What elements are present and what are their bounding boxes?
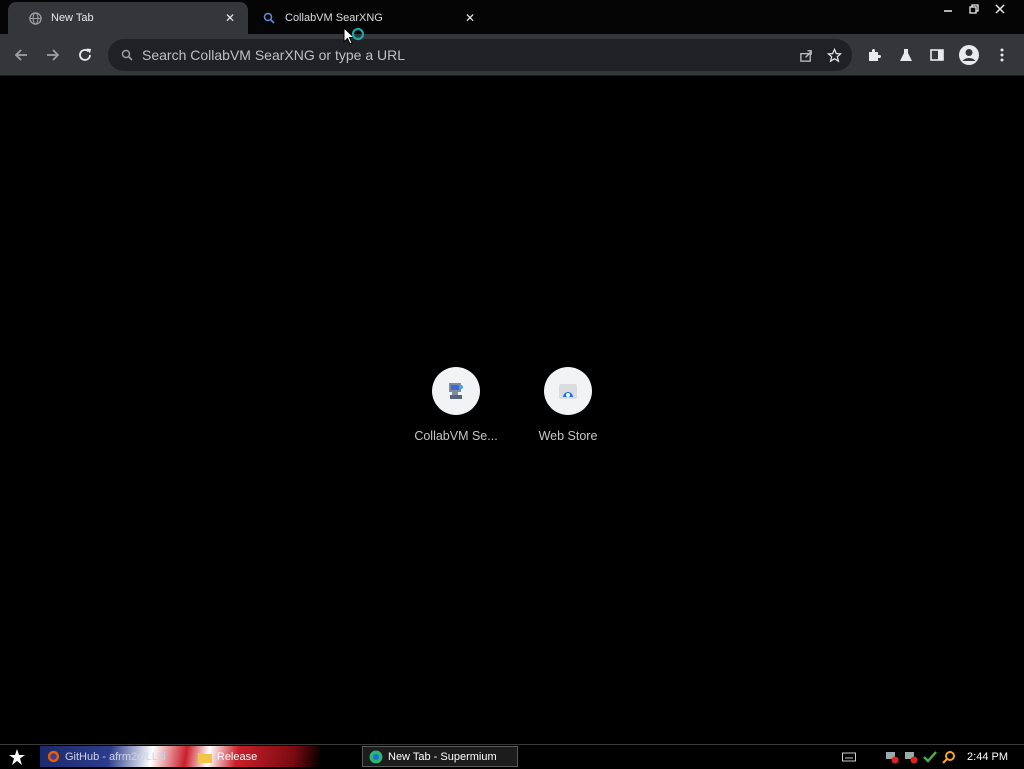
tab-new-tab[interactable]: New Tab ✕ — [8, 2, 248, 34]
searxng-icon — [262, 11, 276, 25]
folder-icon — [197, 750, 212, 764]
mouse-cursor-icon — [343, 26, 367, 54]
close-tab-icon[interactable]: ✕ — [462, 10, 478, 26]
close-window-icon[interactable] — [988, 0, 1012, 18]
shortcut-label: CollabVM Se... — [414, 429, 498, 443]
taskbar: GitHub - afrm2c/LLxi Release New Tab - S… — [0, 744, 1024, 768]
network-error-icon[interactable] — [885, 750, 899, 764]
globe-icon — [28, 11, 42, 25]
taskbar-item-label: GitHub - afrm2c/LLxi — [65, 750, 166, 763]
side-panel-icon[interactable] — [924, 42, 950, 68]
minimize-icon[interactable] — [936, 0, 960, 18]
reload-icon[interactable] — [70, 40, 100, 70]
close-tab-icon[interactable]: ✕ — [222, 10, 238, 26]
supermium-icon — [369, 750, 383, 764]
searxng-icon — [120, 48, 134, 62]
system-tray: 2:44 PM — [842, 745, 1024, 769]
share-icon[interactable] — [792, 41, 820, 69]
tab-title: New Tab — [51, 12, 94, 24]
collabvm-icon — [432, 367, 480, 415]
taskbar-item-label: New Tab - Supermium — [388, 750, 497, 763]
labs-flask-icon[interactable] — [893, 42, 919, 68]
tab-collabvm-searxng[interactable]: CollabVM SearXNG ✕ — [252, 2, 488, 34]
taskbar-item-github[interactable]: GitHub - afrm2c/LLxi Release — [40, 746, 320, 767]
keyboard-icon[interactable] — [842, 750, 857, 764]
back-arrow-icon[interactable] — [6, 40, 36, 70]
firefox-icon — [46, 750, 60, 764]
new-tab-page: CollabVM Se... Web Store — [0, 77, 1024, 744]
start-star-icon[interactable] — [6, 747, 28, 767]
extensions-icon[interactable] — [861, 42, 887, 68]
security-check-icon[interactable] — [923, 750, 937, 764]
tab-strip: New Tab ✕ CollabVM SearXNG ✕ — [0, 0, 1024, 34]
window-controls — [936, 0, 1012, 18]
shortcut-web-store[interactable]: Web Store — [512, 367, 624, 443]
taskbar-item-label: Release — [216, 750, 258, 763]
web-store-icon — [544, 367, 592, 415]
search-icon[interactable] — [942, 750, 956, 764]
profile-avatar-icon[interactable] — [956, 42, 982, 68]
shortcut-label: Web Store — [538, 429, 598, 443]
taskbar-item-supermium[interactable]: New Tab - Supermium — [362, 746, 518, 767]
tab-title: CollabVM SearXNG — [285, 12, 383, 24]
network-error-icon[interactable] — [904, 750, 918, 764]
clock[interactable]: 2:44 PM — [967, 751, 1008, 763]
menu-dots-icon[interactable] — [989, 42, 1015, 68]
forward-arrow-icon[interactable] — [38, 40, 68, 70]
omnibox[interactable] — [108, 39, 852, 71]
browser-window: New Tab ✕ CollabVM SearXNG ✕ Search Coll… — [0, 0, 1024, 744]
shortcut-collabvm[interactable]: CollabVM Se... — [400, 367, 512, 443]
browser-toolbar — [0, 34, 1024, 76]
address-input[interactable] — [142, 47, 792, 63]
restore-icon[interactable] — [962, 0, 986, 18]
bookmark-star-icon[interactable] — [820, 41, 848, 69]
